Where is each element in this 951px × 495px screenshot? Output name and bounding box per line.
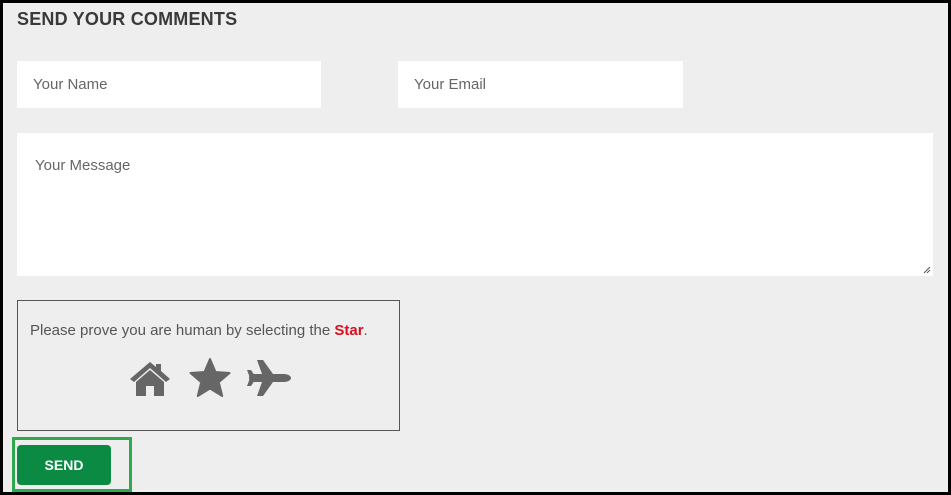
name-input[interactable] <box>17 61 321 108</box>
human-verification-box: Please prove you are human by selecting … <box>17 300 400 431</box>
captcha-prompt-suffix: . <box>363 322 368 339</box>
comment-form-panel: SEND YOUR COMMENTS Please prove you are … <box>0 0 951 495</box>
captcha-option-home[interactable] <box>127 357 173 399</box>
email-input[interactable] <box>398 61 683 108</box>
resize-handle-icon[interactable] <box>923 266 931 274</box>
plane-icon <box>247 360 291 396</box>
captcha-target-word: Star <box>334 322 364 339</box>
captcha-option-plane[interactable] <box>246 357 292 399</box>
send-button[interactable]: SEND <box>17 445 111 485</box>
captcha-option-star[interactable] <box>187 357 233 399</box>
captcha-prompt-prefix: Please prove you are human by selecting … <box>30 322 335 339</box>
star-icon <box>189 358 231 397</box>
message-textarea[interactable] <box>17 133 933 276</box>
captcha-prompt: Please prove you are human by selecting … <box>30 322 390 339</box>
form-title: SEND YOUR COMMENTS <box>17 9 238 29</box>
home-icon <box>130 362 170 396</box>
